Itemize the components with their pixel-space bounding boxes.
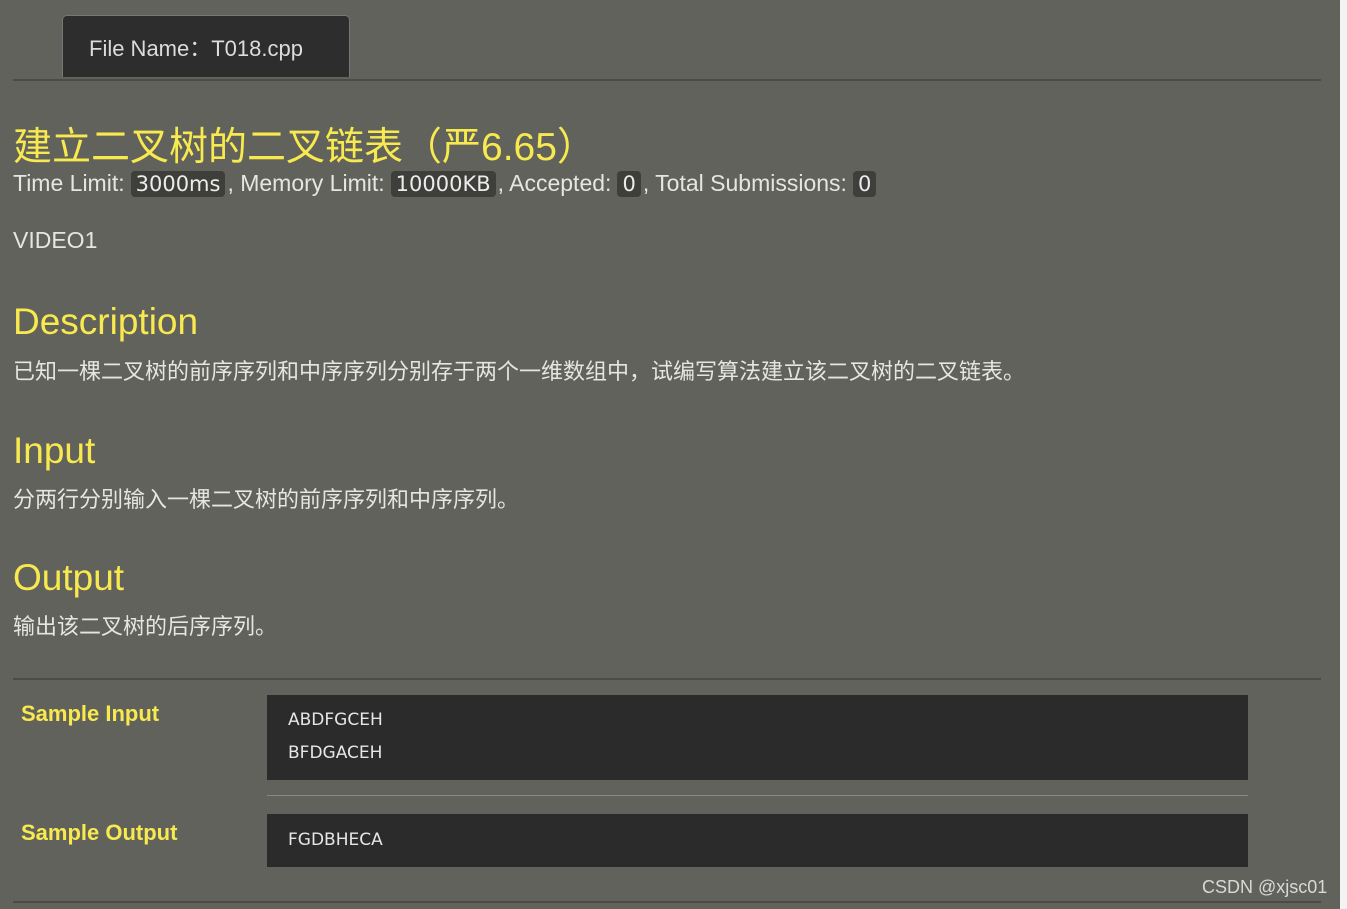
sample-bottom-divider [13,901,1321,903]
input-heading: Input [13,430,96,471]
sample-divider [267,795,1248,796]
sample-input-label: Sample Input [21,701,160,726]
problem-title: 建立二叉树的二叉链表（严6.65） [13,126,596,169]
sample-input-line: ABDFGCEH [288,710,383,730]
sample-output-label: Sample Output [21,820,178,845]
time-limit-label: Time Limit: [13,170,125,196]
memory-limit-label: , Memory Limit: [227,170,385,196]
total-submissions-label: , Total Submissions: [642,170,847,196]
sample-input-line: BFDGACEH [288,743,383,763]
scrollbar-track[interactable] [1340,0,1347,909]
input-text: 分两行分别输入一棵二叉树的前序序列和中序序列。 [13,487,520,512]
file-tab-bar: File Name：T018.cpp [13,15,1321,81]
description-heading: Description [13,301,199,342]
sample-output-box[interactable]: FGDBHECA [267,814,1248,867]
accepted-label: , Accepted: [497,170,612,196]
time-limit-value: 3000ms [130,170,226,197]
problem-page: File Name：T018.cpp 建立二叉树的二叉链表（严6.65） Tim… [0,0,1340,909]
output-heading: Output [13,557,125,598]
sample-output-line: FGDBHECA [288,830,383,850]
total-submissions-value: 0 [852,170,877,197]
problem-limits: Time Limit: 3000ms , Memory Limit: 10000… [13,170,878,197]
output-text: 输出该二叉树的后序序列。 [13,614,278,639]
sample-top-divider [13,678,1321,680]
description-text: 已知一棵二叉树的前序序列和中序序列分别存于两个一维数组中，试编写算法建立该二叉树… [13,359,1026,384]
accepted-value: 0 [617,170,641,197]
watermark: CSDN @xjsc01 [1202,877,1328,897]
file-name-tab[interactable]: File Name：T018.cpp [62,15,350,77]
sample-input-box[interactable]: ABDFGCEH BFDGACEH [267,695,1248,780]
memory-limit-value: 10000KB [390,170,496,197]
problem-source: VIDEO1 [13,227,98,253]
